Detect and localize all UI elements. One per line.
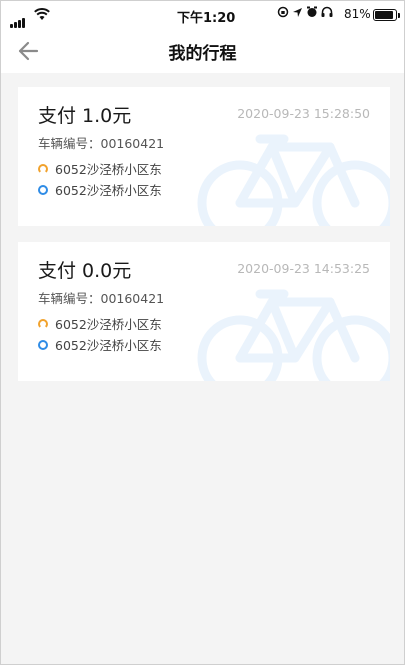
- bicycle-watermark-icon: [197, 134, 390, 226]
- start-marker-icon: [38, 318, 48, 329]
- payment-amount: 支付 1.0元: [38, 105, 132, 127]
- end-location-label: 6052沙泾桥小区东: [55, 338, 162, 353]
- headphones-icon: [321, 6, 333, 17]
- battery-percent: 81%: [344, 7, 371, 21]
- end-location: 6052沙泾桥小区东: [38, 335, 162, 354]
- app-screen: 下午1:20 81% 我的行程 支付 1.0元 2020-09-23 15:28…: [0, 0, 405, 665]
- status-icons: [277, 6, 333, 18]
- start-location-label: 6052沙泾桥小区东: [55, 162, 162, 177]
- trip-datetime: 2020-09-23 15:28:50: [237, 106, 370, 121]
- page-title: 我的行程: [168, 44, 237, 64]
- end-marker-icon: [38, 184, 48, 195]
- end-marker-icon: [38, 339, 48, 350]
- trip-card[interactable]: 支付 1.0元 2020-09-23 15:28:50 车辆编号：0016042…: [18, 87, 390, 226]
- battery-icon: [373, 9, 400, 21]
- start-location-label: 6052沙泾桥小区东: [55, 317, 162, 332]
- status-bar: 下午1:20 81%: [1, 1, 404, 29]
- trip-datetime: 2020-09-23 14:53:25: [237, 261, 370, 276]
- status-time: 下午1:20: [177, 11, 236, 26]
- nav-header: 我的行程: [1, 29, 404, 73]
- bicycle-watermark-icon: [197, 289, 390, 381]
- alarm-icon: [307, 6, 317, 17]
- trip-list: 支付 1.0元 2020-09-23 15:28:50 车辆编号：0016042…: [18, 87, 390, 397]
- bike-number: 车辆编号：00160421: [38, 136, 165, 151]
- payment-amount: 支付 0.0元: [38, 260, 132, 282]
- location-icon: [293, 7, 302, 17]
- wifi-icon: [34, 6, 50, 25]
- rotation-lock-icon: [277, 6, 289, 18]
- start-location: 6052沙泾桥小区东: [38, 159, 162, 178]
- bike-number: 车辆编号：00160421: [38, 291, 165, 306]
- start-location: 6052沙泾桥小区东: [38, 314, 162, 333]
- trip-card[interactable]: 支付 0.0元 2020-09-23 14:53:25 车辆编号：0016042…: [18, 242, 390, 381]
- start-marker-icon: [38, 163, 48, 174]
- signal-icon: [10, 9, 26, 28]
- end-location-label: 6052沙泾桥小区东: [55, 183, 162, 198]
- end-location: 6052沙泾桥小区东: [38, 180, 162, 199]
